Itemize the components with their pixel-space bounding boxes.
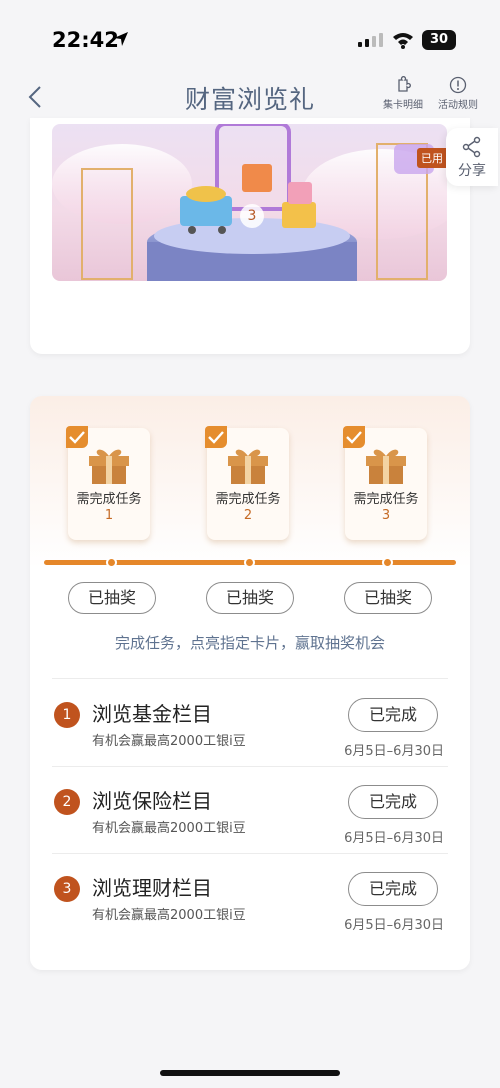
divider — [52, 678, 448, 679]
row-subtitle: 有机会赢最高2000工银i豆 — [92, 821, 246, 836]
card-detail-button[interactable]: 集卡明细 — [373, 76, 433, 111]
home-indicator[interactable] — [160, 1070, 340, 1076]
row-title: 浏览保险栏目 — [92, 789, 212, 813]
used-tag: 已用 — [417, 148, 447, 168]
progress-node — [382, 557, 393, 568]
task-row: 2 浏览保险栏目 有机会赢最高2000工银i豆 已完成 6月5日–6月30日 — [30, 773, 470, 859]
rules-button[interactable]: 活动规则 — [428, 76, 488, 111]
progress-node — [106, 557, 117, 568]
info-circle-icon — [449, 76, 467, 94]
row-date: 6月5日–6月30日 — [344, 918, 444, 933]
row-date: 6月5日–6月30日 — [344, 831, 444, 846]
wifi-icon — [393, 33, 413, 49]
cellular-signal-icon — [358, 33, 383, 47]
task-label: 需完成任务 — [353, 492, 419, 507]
drawn-button[interactable]: 已抽奖 — [206, 582, 294, 614]
nav-header: 财富浏览礼 集卡明细 活动规则 — [0, 74, 500, 122]
row-subtitle: 有机会赢最高2000工银i豆 — [92, 908, 246, 923]
card-detail-label: 集卡明细 — [383, 100, 423, 111]
task-card: 需完成任务 1 需完成任务 2 需完成任务 3 已抽奖 已抽奖 已抽奖 完成任务… — [30, 396, 470, 970]
task-item[interactable]: 需完成任务 1 — [66, 426, 150, 540]
task-number: 3 — [381, 508, 391, 523]
gift-icon — [228, 449, 268, 484]
task-number: 1 — [104, 508, 114, 523]
drawn-button[interactable]: 已抽奖 — [344, 582, 432, 614]
gift-icon — [89, 449, 129, 484]
checkmark-icon — [343, 426, 365, 448]
banner-illustration — [52, 124, 447, 281]
row-title: 浏览基金栏目 — [92, 702, 212, 726]
task-label: 需完成任务 — [76, 492, 142, 507]
checkmark-icon — [205, 426, 227, 448]
clock: 22:42 — [52, 28, 119, 52]
puzzle-icon — [398, 76, 411, 92]
task-label: 需完成任务 — [215, 492, 281, 507]
completed-button[interactable]: 已完成 — [348, 872, 438, 906]
gift-icon — [366, 449, 406, 484]
task-item[interactable]: 需完成任务 2 — [205, 426, 289, 540]
row-index-badge: 2 — [54, 789, 80, 815]
status-bar: 22:42 30 — [0, 0, 500, 74]
row-index-badge: 1 — [54, 702, 80, 728]
battery-indicator: 30 — [422, 30, 456, 50]
banner-card: 已用 3 — [30, 118, 470, 354]
task-item[interactable]: 需完成任务 3 — [343, 426, 427, 540]
task-row: 3 浏览理财栏目 有机会赢最高2000工银i豆 已完成 6月5日–6月30日 — [30, 860, 470, 946]
location-arrow-icon — [114, 32, 128, 46]
banner-count-badge: 3 — [240, 204, 264, 228]
task-tip: 完成任务，点亮指定卡片，赢取抽奖机会 — [114, 634, 385, 652]
share-button[interactable]: 分享 — [446, 128, 498, 186]
row-title: 浏览理财栏目 — [92, 876, 212, 900]
divider — [52, 766, 448, 767]
row-date: 6月5日–6月30日 — [344, 744, 444, 759]
progress-node — [244, 557, 255, 568]
share-icon — [462, 136, 481, 158]
task-row: 1 浏览基金栏目 有机会赢最高2000工银i豆 已完成 6月5日–6月30日 — [30, 686, 470, 772]
rules-label: 活动规则 — [438, 100, 478, 111]
completed-button[interactable]: 已完成 — [348, 785, 438, 819]
row-subtitle: 有机会赢最高2000工银i豆 — [92, 734, 246, 749]
checkmark-icon — [66, 426, 88, 448]
activity-banner-image[interactable]: 已用 3 — [52, 124, 447, 281]
completed-button[interactable]: 已完成 — [348, 698, 438, 732]
task-number: 2 — [243, 508, 253, 523]
drawn-button[interactable]: 已抽奖 — [68, 582, 156, 614]
share-label: 分享 — [458, 163, 486, 179]
row-index-badge: 3 — [54, 876, 80, 902]
divider — [52, 853, 448, 854]
